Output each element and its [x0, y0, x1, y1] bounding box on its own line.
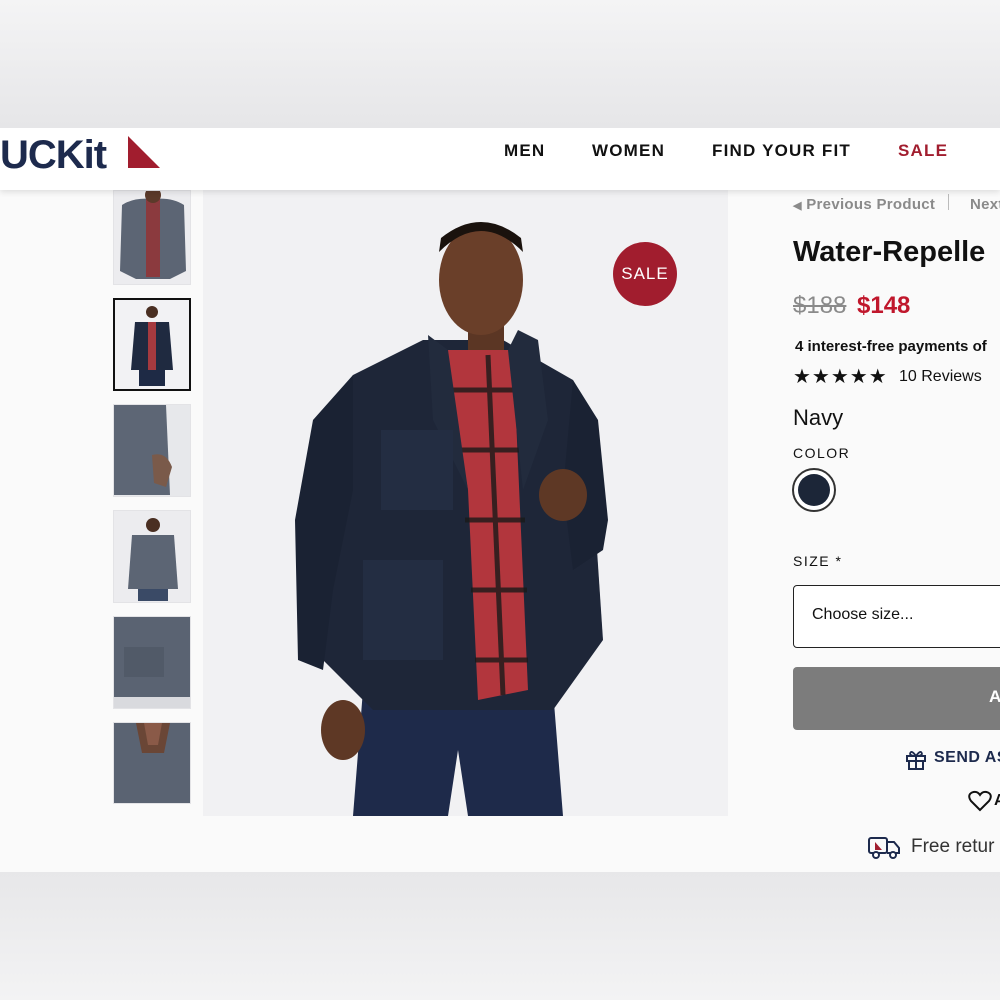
color-label: COLOR [793, 445, 851, 461]
swatch-fill [798, 474, 830, 506]
sale-badge: SALE [613, 242, 677, 306]
size-select-placeholder: Choose size... [812, 606, 914, 623]
color-swatch-navy[interactable] [792, 468, 836, 512]
logo-flag-icon [128, 136, 160, 168]
thumbnail-3[interactable] [113, 404, 191, 497]
thumbnail-1[interactable] [113, 190, 191, 285]
nav-sale[interactable]: SALE [898, 128, 948, 190]
product-title: Water-Repelle [793, 236, 986, 268]
thumbnail-pocket-detail-image [114, 617, 190, 708]
site-logo[interactable]: UCKit [0, 132, 107, 178]
add-to-bag-button[interactable]: A [793, 667, 1000, 730]
site-header: UCKit MEN WOMEN FIND YOUR FIT SALE [0, 128, 1000, 190]
thumbnail-collar-detail-image [114, 723, 190, 803]
send-as-gift-label: SEND AS [934, 749, 1000, 766]
nav-men[interactable]: MEN [504, 128, 545, 190]
thumbnail-jacket-back-image [114, 511, 190, 602]
next-product-link[interactable]: Next [970, 196, 1000, 213]
previous-product-label: Previous Product [806, 196, 936, 213]
gift-icon [906, 751, 926, 770]
caret-left-icon: ◀ [793, 200, 802, 212]
thumbnail-jacket-front-image [114, 191, 190, 284]
free-returns-label: Free retur [911, 836, 995, 857]
thumbnail-2[interactable] [113, 298, 191, 391]
installments-text: 4 interest-free payments of [795, 338, 987, 355]
reviews-link[interactable]: 10 Reviews [899, 368, 982, 386]
previous-product-link[interactable]: ◀ Previous Product [793, 196, 935, 213]
rating-stars-icon: ★★★★★ [793, 366, 888, 388]
backdrop-top [0, 0, 1000, 128]
nav-find-your-fit[interactable]: FIND YOUR FIT [712, 128, 851, 190]
pager-divider [948, 194, 949, 210]
add-to-bag-label: A [989, 687, 1000, 706]
thumbnail-6[interactable] [113, 722, 191, 804]
logo-text: UCKit [0, 133, 107, 177]
wishlist-label: A [994, 792, 1000, 809]
original-price: $188 [793, 292, 847, 319]
sale-price: $148 [857, 292, 911, 319]
thumbnail-4[interactable] [113, 510, 191, 603]
product-page: UCKit MEN WOMEN FIND YOUR FIT SALE SALE … [0, 128, 1000, 872]
backdrop-bottom [0, 872, 1000, 1000]
heart-icon [968, 790, 992, 812]
thumbnail-model-front-image [115, 300, 189, 389]
thumbnail-sleeve-detail-image [114, 405, 190, 496]
nav-women[interactable]: WOMEN [592, 128, 665, 190]
thumbnail-5[interactable] [113, 616, 191, 709]
delivery-truck-icon [868, 837, 900, 859]
size-label: SIZE * [793, 553, 843, 569]
size-select[interactable]: Choose size... [793, 585, 1000, 648]
selected-color-name: Navy [793, 405, 844, 430]
